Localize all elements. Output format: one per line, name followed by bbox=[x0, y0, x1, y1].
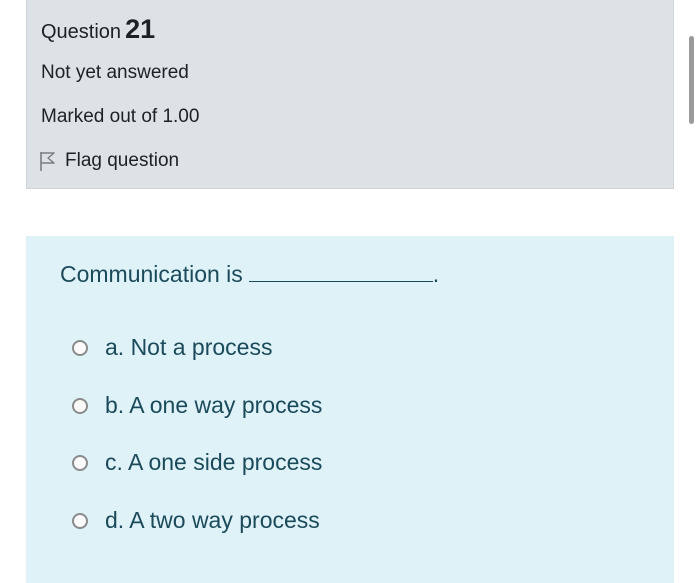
question-text: Communication is. bbox=[60, 261, 439, 288]
question-grade: Marked out of 1.00 bbox=[41, 106, 200, 127]
radio-unchecked-icon[interactable] bbox=[72, 339, 88, 356]
question-suffix: . bbox=[432, 261, 440, 287]
radio-unchecked-icon[interactable] bbox=[72, 397, 88, 414]
answer-option-b[interactable]: b. A one way process bbox=[72, 392, 322, 419]
answer-label-a: a. Not a process bbox=[105, 334, 273, 360]
flag-question-link[interactable]: Flag question bbox=[39, 150, 179, 172]
answer-option-c[interactable]: c. A one side process bbox=[72, 449, 322, 476]
question-stem: Communication is bbox=[60, 261, 243, 287]
answer-label-b: b. A one way process bbox=[105, 392, 323, 418]
vertical-scrollbar[interactable] bbox=[689, 36, 694, 124]
radio-unchecked-icon[interactable] bbox=[72, 454, 88, 471]
question-info-panel: Question 21 Not yet answered Marked out o… bbox=[26, 0, 674, 189]
question-state: Not yet answered bbox=[41, 62, 189, 83]
answer-option-a[interactable]: a. Not a process bbox=[72, 334, 272, 361]
answer-label-c: c. A one side process bbox=[105, 449, 323, 475]
flag-icon bbox=[39, 150, 57, 172]
answer-blank-line bbox=[248, 280, 433, 282]
answer-label-d: d. A two way process bbox=[105, 507, 320, 533]
answer-option-d[interactable]: d. A two way process bbox=[72, 507, 320, 534]
question-label: Question bbox=[41, 21, 122, 43]
flag-question-label: Flag question bbox=[65, 150, 180, 171]
radio-unchecked-icon[interactable] bbox=[72, 512, 88, 529]
question-heading: Question 21 bbox=[41, 14, 155, 45]
question-number: 21 bbox=[125, 14, 156, 44]
question-content-panel: Communication is. a. Not a process b. A … bbox=[26, 236, 674, 583]
